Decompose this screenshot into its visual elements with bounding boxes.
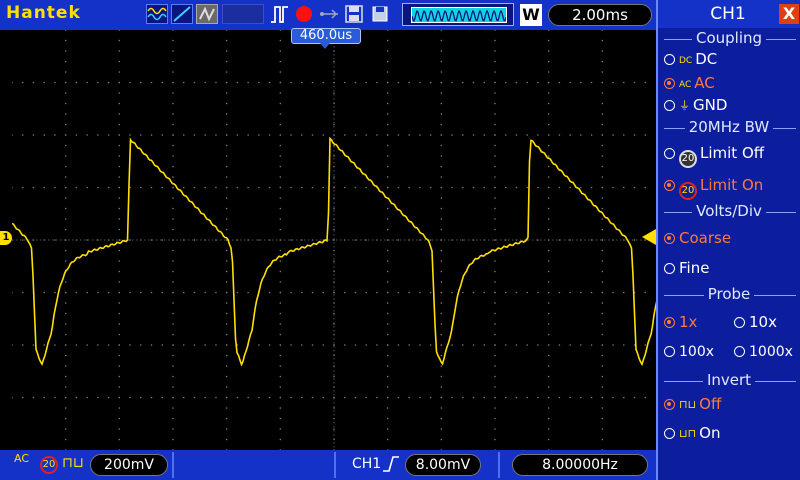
probe-10x-option[interactable]: 10x: [734, 313, 777, 331]
bw-limit-icon: 20: [40, 456, 58, 474]
coupling-dc-option[interactable]: DC DC: [664, 50, 717, 68]
bw-20-icon: 20: [679, 182, 697, 200]
coupling-ac-option[interactable]: AC AC: [664, 74, 715, 92]
invert-icon: ⊓⊔: [62, 455, 84, 471]
volts-fine-option[interactable]: Fine: [664, 259, 709, 277]
invert-icon: ⊓⊔: [679, 398, 697, 411]
trigger-channel-label: CH1: [352, 456, 382, 472]
brand-logo: Hantek: [6, 3, 81, 23]
probe-1000x-option[interactable]: 1000x: [734, 344, 793, 360]
dc-icon: DC: [679, 56, 693, 66]
run-stop-icon[interactable]: [295, 4, 313, 24]
probe-100x-option[interactable]: 100x: [664, 344, 714, 360]
rising-edge-icon: [382, 455, 400, 477]
invert-off-option[interactable]: ⊓⊔ Off: [664, 395, 721, 413]
ac-icon: AC: [679, 80, 692, 90]
coupling-gnd-option[interactable]: ⏚ GND: [664, 96, 727, 114]
bw-limit-off-option[interactable]: 20 Limit Off: [664, 144, 764, 168]
waveform-screen[interactable]: [11, 29, 663, 451]
invert-icon: ⊔⊓: [679, 427, 697, 440]
timebase-readout[interactable]: 2.00ms: [548, 4, 652, 26]
bw-20-icon: 20: [679, 150, 697, 168]
disk-icon[interactable]: [370, 4, 390, 24]
status-divider: [498, 452, 500, 478]
panel-header: CH1 X: [658, 0, 800, 28]
volts-div-readout[interactable]: 200mV: [90, 454, 168, 476]
waveform-display-icon[interactable]: [146, 4, 168, 24]
bw-title: 20MHz BW: [658, 118, 800, 136]
pulse-trigger-icon[interactable]: [270, 4, 290, 24]
status-divider: [334, 452, 336, 478]
save-icon[interactable]: [344, 4, 364, 24]
invert-on-option[interactable]: ⊔⊓ On: [664, 424, 721, 442]
ac-coupling-icon: AC: [14, 452, 30, 465]
status-slot: [222, 4, 264, 24]
waveform-graticule: [11, 29, 663, 451]
status-divider: [172, 452, 174, 478]
zoom-window-badge[interactable]: W: [520, 4, 542, 26]
invert-title: Invert: [658, 371, 800, 389]
trigger-level-readout[interactable]: 8.00mV: [405, 454, 481, 476]
volts-div-title: Volts/Div: [658, 202, 800, 220]
usb-icon: [318, 4, 340, 24]
probe-1x-option[interactable]: 1x: [664, 313, 697, 331]
bw-limit-on-option[interactable]: 20 Limit On: [664, 176, 763, 200]
trigger-position-arrow-icon: [320, 43, 330, 49]
coupling-title: Coupling: [658, 29, 800, 47]
probe-title: Probe: [658, 285, 800, 303]
persistence-icon[interactable]: [196, 4, 218, 24]
volts-coarse-option[interactable]: Coarse: [664, 229, 731, 247]
ch1-settings-panel: CH1 X Coupling DC DC AC AC ⏚ GND 20MHz BW 2…: [656, 0, 800, 480]
ground-icon: ⏚: [679, 99, 690, 112]
top-toolbar: Hantek W 2.00ms: [0, 0, 656, 30]
trigger-position-readout[interactable]: 460.0us: [291, 28, 361, 44]
vector-mode-icon[interactable]: [171, 4, 193, 24]
trigger-level-arrow-icon[interactable]: [642, 229, 656, 245]
frequency-readout: 8.00000Hz: [512, 454, 648, 476]
panel-title: CH1: [710, 4, 746, 24]
close-button[interactable]: X: [779, 4, 799, 24]
memory-depth-bar[interactable]: [402, 3, 514, 26]
